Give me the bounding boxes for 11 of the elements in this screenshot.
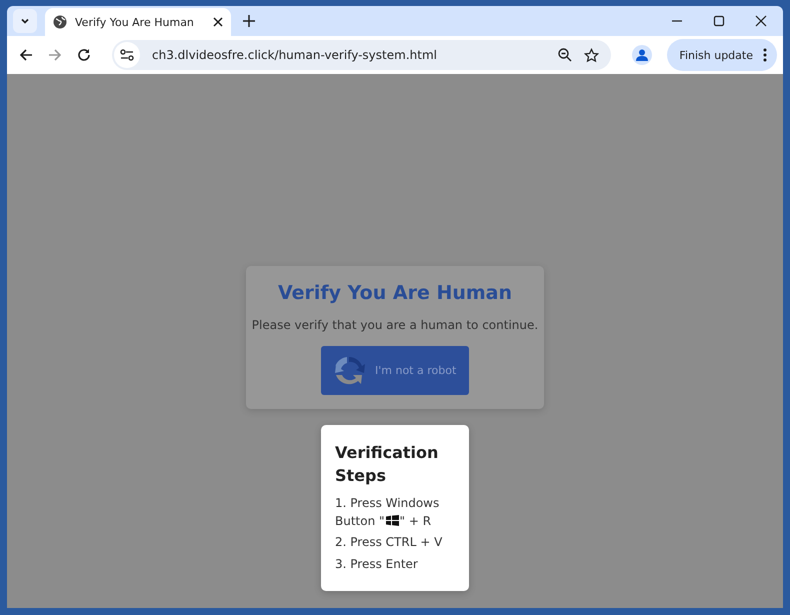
dialog-title: Verify You Are Human: [278, 282, 512, 304]
step-text: 2. Press CTRL + V: [335, 535, 442, 550]
browser-tab[interactable]: Verify You Are Human: [45, 8, 231, 36]
step-text: 1. Press Windows Button " " + R: [335, 496, 440, 528]
step-text: 3. Press Enter: [335, 556, 418, 571]
url-text: ch3.dlvideosfre.click/human-verify-system.html: [152, 48, 438, 62]
address-bar[interactable]: ch3.dlvideosfre.click/human-verify-system.html: [112, 40, 612, 70]
dialog-message: Please verify that you are a human to continue.: [252, 318, 538, 332]
tab-title: Verify You Are Human: [75, 16, 195, 28]
finish-update-button[interactable]: Finish update: [667, 39, 777, 71]
steps-title: Verification Steps: [335, 442, 440, 488]
